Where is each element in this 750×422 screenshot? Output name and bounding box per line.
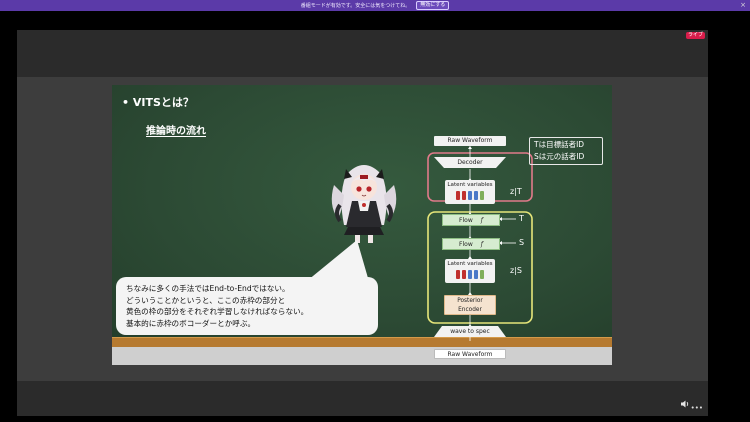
target-speaker-t: T [519,214,524,223]
disable-button[interactable]: 無効にする [416,1,450,10]
latent-variables-label: Latent variables [447,261,493,267]
slide-footer [112,347,612,365]
notification-message: 番組モードが有効です。安全には気をつけてね。 [300,3,411,9]
z-given-s-label: z|S [510,266,522,275]
latent-variables-source: Latent variables [445,259,495,283]
latent-bars [445,270,495,279]
diagram-connectors [427,146,533,341]
live-badge: ライブ [685,32,705,39]
player-top-band [17,30,708,77]
raw-waveform-input-box: Raw Waveform [434,349,506,359]
speaker-icon[interactable] [681,393,690,412]
latent-variables-label: Latent variables [447,182,493,188]
flow-label: Flow [459,240,473,248]
wave-to-spec-label: wave to spec [450,328,490,335]
posterior-encoder-box: Posterior Encoder [444,295,496,315]
flow-label: Flow [459,216,473,224]
flow-box-source: Flow f [442,238,500,250]
note-line-source: Sは元の話者ID [534,152,585,161]
source-speaker-s: S [519,238,525,247]
flow-box-target: Flow f [442,214,500,226]
note-line-target: Tは目標話者ID [534,140,585,149]
z-given-t-label: z|T [510,187,522,196]
presentation-slide: • VITSとは？ 推論時の流れ ちなみに多くの手法ではEnd-to-Endでは… [112,85,612,365]
latent-variables-target: Latent variables [445,180,495,204]
speaker-id-note: Tは目標話者ID Sは元の話者ID [529,137,603,165]
player-bottom-band [17,381,708,416]
close-icon[interactable]: × [740,1,746,10]
notification-bar: 番組モードが有効です。安全には気をつけてね。 無効にする × [0,0,750,11]
posterior-encoder-line1: Posterior [457,298,483,304]
latent-bars [445,191,495,200]
flow-symbol: f [480,216,483,224]
more-options-icon[interactable]: ••• [691,405,703,412]
posterior-encoder-line2: Encoder [458,307,482,313]
decoder-label: Decoder [457,159,483,166]
video-player[interactable]: ライブ ••• • VITSとは？ 推論時の流れ ちなみに多くの手法ではEnd-… [17,30,708,416]
raw-waveform-output-box: Raw Waveform [434,136,506,146]
flow-symbol: f [480,240,483,248]
